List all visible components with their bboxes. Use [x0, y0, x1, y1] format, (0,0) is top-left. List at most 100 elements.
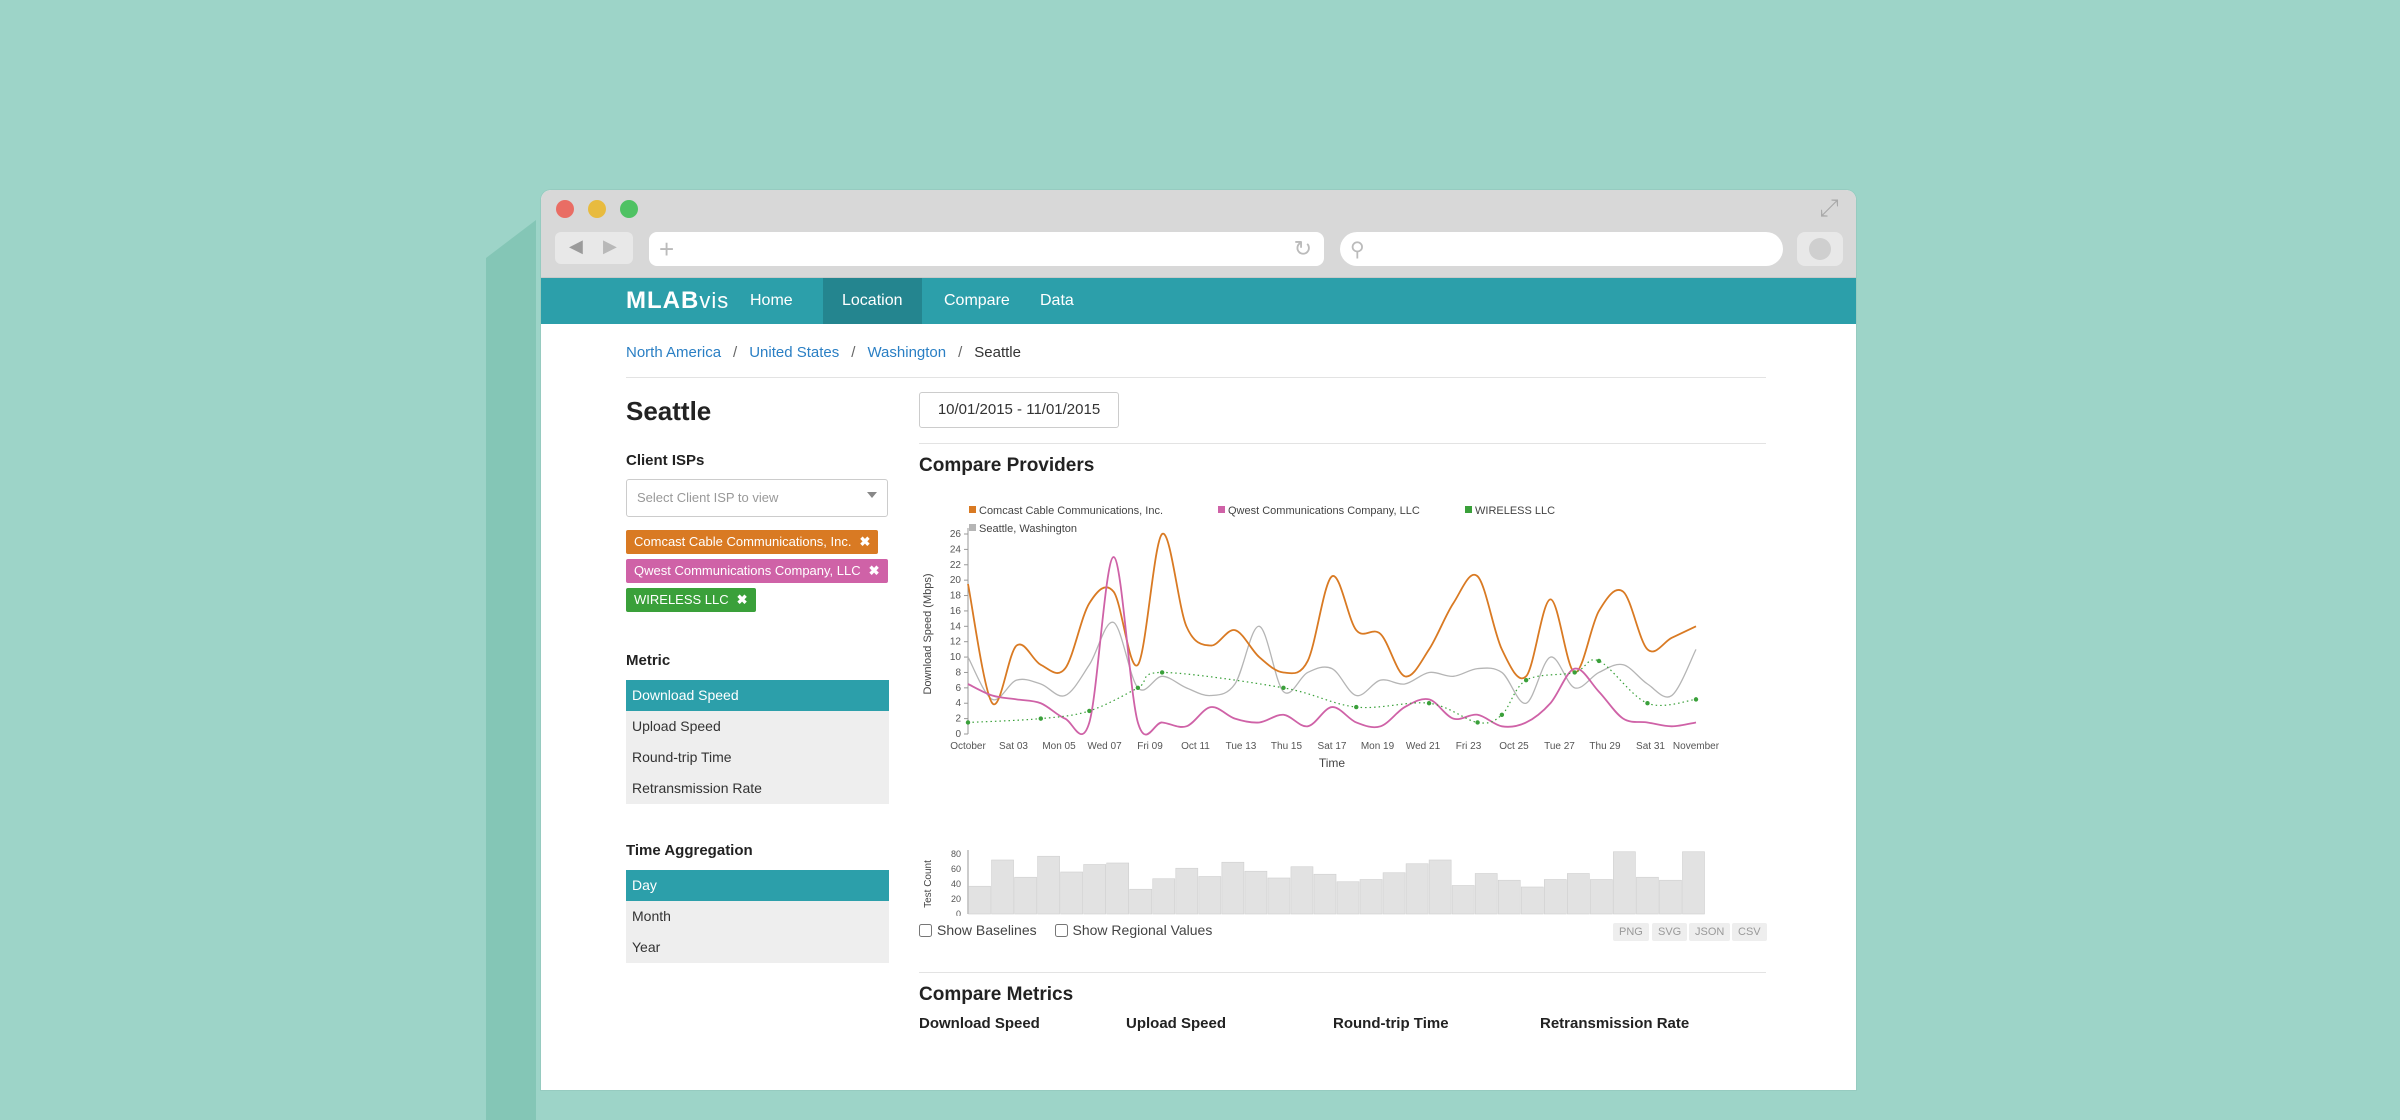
count-tick-label: 0 [956, 909, 961, 916]
legend-label: WIRELESS LLC [1475, 505, 1555, 517]
test-count-bar [1405, 863, 1429, 915]
browser-search-bar[interactable]: ⚲ [1340, 232, 1783, 266]
nav-item-home[interactable]: Home [731, 278, 812, 324]
background-shape [486, 220, 536, 1120]
test-count-bar [1636, 876, 1659, 915]
test-count-bar [1106, 862, 1130, 915]
nav-item-compare[interactable]: Compare [925, 278, 1029, 324]
test-count-bar [1590, 879, 1613, 915]
count-axis-title: Test Count [923, 860, 934, 908]
x-tick-label: Sat 17 [1318, 741, 1347, 752]
mlabvis-logo[interactable]: MLABvis [626, 287, 729, 315]
nav-item-data[interactable]: Data [1021, 278, 1093, 324]
profile-icon [1809, 238, 1831, 260]
x-tick-label: Tue 13 [1226, 741, 1257, 752]
logo-main-text: MLAB [626, 287, 700, 314]
series-point [1087, 708, 1092, 714]
series-point [1038, 716, 1043, 721]
page-title: Seattle [626, 396, 712, 426]
time-option-year[interactable]: Year [626, 932, 889, 963]
divider [919, 443, 1766, 444]
test-count-bar [1290, 866, 1314, 915]
metric-option-round-trip-time[interactable]: Round-trip Time [626, 742, 889, 773]
breadcrumb-north-america[interactable]: North America [626, 344, 721, 361]
show-regional-checkbox[interactable] [1054, 924, 1068, 937]
series-point [1499, 712, 1505, 717]
page-content: North America / United States / Washington / S… [541, 324, 1856, 1090]
count-tick-label: 40 [951, 879, 961, 889]
y-tick-label: 22 [950, 560, 962, 571]
breadcrumb-united-states[interactable]: United States [749, 344, 839, 361]
x-tick-label: Sat 03 [999, 741, 1028, 752]
test-count-bar [1037, 855, 1060, 915]
series-point [1645, 701, 1650, 706]
metric-column-retransmission: Retransmission Rate [1540, 1015, 1690, 1032]
isp-tag: Qwest Communications Company, LLC ✖ [626, 559, 888, 583]
top-navbar: MLABvis Home Location Compare Data [541, 278, 1856, 324]
metric-column-upload: Upload Speed [1126, 1015, 1227, 1032]
metric-option-download-speed[interactable]: Download Speed [626, 680, 889, 711]
divider [626, 377, 1766, 378]
export-png-button[interactable]: PNG [1613, 923, 1649, 941]
legend-swatch [969, 524, 976, 531]
test-count-bar [991, 859, 1014, 915]
remove-isp-icon[interactable]: ✖ [859, 534, 870, 549]
metric-option-upload-speed[interactable]: Upload Speed [626, 711, 889, 742]
y-tick-label: 8 [955, 667, 961, 678]
minimize-window-button[interactable] [588, 200, 606, 218]
isp-tag: WIRELESS LLC ✖ [626, 588, 756, 612]
test-count-bar [1313, 873, 1337, 915]
test-count-bar [1682, 851, 1705, 915]
test-count-bar [1520, 886, 1544, 915]
nav-item-location[interactable]: Location [823, 278, 922, 324]
test-count-bar [1659, 879, 1682, 915]
export-json-button[interactable]: JSON [1689, 923, 1731, 941]
y-tick-label: 20 [950, 575, 962, 586]
time-option-day[interactable]: Day [626, 870, 889, 901]
export-svg-button[interactable]: SVG [1652, 923, 1688, 941]
date-range-picker[interactable]: 10/01/2015 - 11/01/2015 [919, 392, 1119, 428]
legend-label: Seattle, Washington [979, 523, 1077, 535]
profile-button[interactable] [1797, 232, 1843, 266]
metric-option-retransmission-rate[interactable]: Retransmission Rate [626, 773, 889, 804]
series-point [1475, 720, 1480, 725]
test-count-bar [1567, 873, 1590, 915]
remove-isp-icon[interactable]: ✖ [737, 592, 748, 607]
count-tick-label: 20 [951, 894, 961, 904]
back-arrow-icon[interactable]: ◀ [569, 236, 583, 257]
test-count-bar [1175, 867, 1199, 915]
test-count-bar [968, 885, 991, 915]
show-regional-label: Show Regional Values [1072, 922, 1213, 938]
forward-arrow-icon[interactable]: ▶ [603, 236, 617, 257]
new-tab-icon[interactable]: + [659, 234, 674, 265]
show-baselines-checkbox[interactable] [919, 924, 932, 937]
show-regional-option[interactable]: Show Regional Values [1054, 922, 1213, 938]
series-point [1281, 685, 1286, 691]
x-tick-label: Tue 27 [1544, 741, 1575, 752]
time-option-month[interactable]: Month [626, 901, 889, 932]
isp-tag-label: Comcast Cable Communications, Inc. [634, 534, 852, 549]
breadcrumb-washington[interactable]: Washington [867, 344, 946, 361]
history-buttons: ◀ ▶ [555, 232, 633, 264]
reload-icon[interactable]: ↻ [1294, 236, 1312, 262]
expand-icon[interactable]: ⤢ [1816, 196, 1842, 222]
client-isp-select[interactable]: Select Client ISP to view [626, 479, 888, 517]
test-count-bar [1060, 871, 1083, 915]
metric-menu: Download Speed Upload Speed Round-trip Tim… [626, 680, 889, 804]
remove-isp-icon[interactable]: ✖ [869, 563, 880, 578]
y-tick-label: 12 [950, 637, 962, 648]
test-count-bar [1152, 878, 1176, 915]
series-point [1135, 685, 1141, 691]
url-bar[interactable]: + ↻ [649, 232, 1324, 266]
test-count-bar [1359, 879, 1383, 915]
isp-tag: Comcast Cable Communications, Inc. ✖ [626, 530, 879, 554]
close-window-button[interactable] [556, 200, 574, 218]
metric-column-rtt: Round-trip Time [1333, 1015, 1449, 1032]
isp-tag-label: Qwest Communications Company, LLC [634, 563, 861, 578]
zoom-window-button[interactable] [620, 200, 638, 218]
export-csv-button[interactable]: CSV [1732, 923, 1767, 941]
show-baselines-option[interactable]: Show Baselines [919, 922, 1037, 938]
test-count-bar [1014, 876, 1037, 915]
x-tick-label: Sat 31 [1636, 741, 1665, 752]
isp-tag-label: WIRELESS LLC [634, 592, 729, 607]
